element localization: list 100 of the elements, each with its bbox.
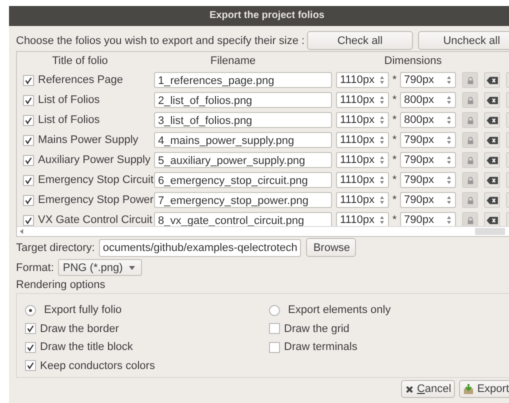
height-spinbox[interactable]: 800px <box>400 112 456 128</box>
spin-arrows-icon[interactable] <box>379 155 385 165</box>
folio-checkbox[interactable] <box>23 214 34 226</box>
lock-button[interactable] <box>462 72 478 88</box>
height-spinbox[interactable]: 790px <box>400 172 456 188</box>
folio-checkbox[interactable] <box>23 94 34 106</box>
folio-checkbox[interactable] <box>23 114 34 126</box>
height-spinbox[interactable]: 790px <box>400 192 456 208</box>
spin-arrows-icon[interactable] <box>446 135 452 145</box>
width-spinbox[interactable]: 1110px <box>336 212 389 226</box>
checkbox[interactable] <box>25 342 36 353</box>
filename-field[interactable]: 5_auxiliary_power_supply.png <box>154 152 332 168</box>
horizontal-scrollbar[interactable] <box>17 226 509 236</box>
height-spinbox[interactable]: 790px <box>400 212 456 226</box>
folio-checkbox[interactable] <box>23 74 34 86</box>
spin-arrows-icon[interactable] <box>379 195 385 205</box>
clear-button[interactable] <box>484 92 500 108</box>
times-sign: * <box>391 114 398 126</box>
section-title: Rendering options <box>16 279 106 293</box>
scrollbar-thumb[interactable] <box>475 228 505 235</box>
folio-title: VX Gate Control Circuit <box>38 214 154 226</box>
clear-button[interactable] <box>484 72 500 88</box>
width-spinbox[interactable]: 1110px <box>336 132 389 148</box>
times-sign: * <box>391 174 398 186</box>
height-spinbox[interactable]: 790px <box>400 72 456 88</box>
lock-icon <box>466 176 474 184</box>
header-button[interactable]: Check all <box>306 31 414 50</box>
lock-button[interactable] <box>462 172 478 188</box>
clear-button[interactable] <box>484 192 500 208</box>
column-header: Title of folio <box>51 55 109 67</box>
scroll-left-icon[interactable] <box>19 229 24 234</box>
checkbox[interactable] <box>269 323 280 334</box>
width-spinbox[interactable]: 1110px <box>336 152 389 168</box>
lock-icon <box>466 216 474 224</box>
lock-icon <box>466 116 474 124</box>
target-directory-field[interactable]: ocuments/github/examples-qelectrotech <box>98 238 302 256</box>
checkbox[interactable] <box>269 342 280 353</box>
folio-checkbox[interactable] <box>23 154 34 166</box>
folio-checkbox[interactable] <box>23 194 34 206</box>
width-spinbox[interactable]: 1110px <box>336 92 389 108</box>
lock-button[interactable] <box>462 212 478 226</box>
spin-arrows-icon[interactable] <box>379 175 385 185</box>
filename-field[interactable]: 8_vx_gate_control_circuit.png <box>154 212 332 226</box>
option-label: Export elements only <box>288 304 391 316</box>
header-button[interactable]: Uncheck all <box>418 31 509 50</box>
clear-button[interactable] <box>484 112 500 128</box>
lock-button[interactable] <box>462 192 478 208</box>
folio-title: Mains Power Supply <box>38 134 140 146</box>
lock-button[interactable] <box>462 152 478 168</box>
radio-button[interactable] <box>25 304 36 316</box>
width-spinbox[interactable]: 1110px <box>336 112 389 128</box>
filename-field[interactable]: 2_list_of_folios.png <box>154 92 332 108</box>
filename-field[interactable]: 3_list_of_folios.png <box>154 112 332 128</box>
lock-button[interactable] <box>462 112 478 128</box>
checkbox[interactable] <box>25 360 36 372</box>
spin-arrows-icon[interactable] <box>379 75 385 85</box>
spin-arrows-icon[interactable] <box>446 175 452 185</box>
spin-arrows-icon[interactable] <box>446 155 452 165</box>
browse-button[interactable]: Browse <box>306 238 356 257</box>
spin-arrows-icon[interactable] <box>446 75 452 85</box>
folio-title: References Page <box>38 74 124 86</box>
filename-field[interactable]: 7_emergency_stop_power.png <box>154 192 332 208</box>
spin-arrows-icon[interactable] <box>446 195 452 205</box>
spin-arrows-icon[interactable] <box>379 135 385 145</box>
clear-button[interactable] <box>484 212 500 226</box>
times-sign: * <box>391 214 398 226</box>
spin-arrows-icon[interactable] <box>379 95 385 105</box>
clear-button[interactable] <box>484 172 500 188</box>
width-spinbox[interactable]: 1110px <box>336 192 389 208</box>
width-spinbox[interactable]: 1110px <box>336 172 389 188</box>
height-spinbox[interactable]: 790px <box>400 132 456 148</box>
lock-icon <box>466 76 474 84</box>
filename-field[interactable]: 1_references_page.png <box>154 72 332 88</box>
format-label: Format: <box>16 262 54 274</box>
export-button[interactable]: Export <box>459 380 509 398</box>
spin-arrows-icon[interactable] <box>446 215 452 225</box>
filename-field[interactable]: 6_emergency_stop_circuit.png <box>154 172 332 188</box>
lock-button[interactable] <box>462 92 478 108</box>
format-value: PNG (*.png) <box>62 262 123 274</box>
folio-checkbox[interactable] <box>23 134 34 146</box>
lock-button[interactable] <box>462 132 478 148</box>
height-spinbox[interactable]: 800px <box>400 92 456 108</box>
spin-arrows-icon[interactable] <box>446 115 452 125</box>
format-dropdown[interactable]: PNG (*.png) <box>58 259 142 276</box>
width-spinbox[interactable]: 1110px <box>336 72 389 88</box>
clear-button[interactable] <box>484 152 500 168</box>
spin-arrows-icon[interactable] <box>379 215 385 225</box>
radio-button[interactable] <box>269 304 280 316</box>
spin-arrows-icon[interactable] <box>446 95 452 105</box>
folio-checkbox[interactable] <box>23 174 34 186</box>
option-label: Export fully folio <box>44 304 122 316</box>
clear-button[interactable] <box>484 132 500 148</box>
height-spinbox[interactable]: 790px <box>400 152 456 168</box>
column-header: Filename <box>209 55 257 67</box>
filename-field[interactable]: 4_mains_power_supply.png <box>154 132 332 148</box>
spin-arrows-icon[interactable] <box>379 115 385 125</box>
cancel-button[interactable]: Cancel <box>400 380 456 398</box>
clear-icon <box>486 176 498 184</box>
column-header: Dimensions <box>383 55 443 67</box>
checkbox[interactable] <box>25 323 36 334</box>
